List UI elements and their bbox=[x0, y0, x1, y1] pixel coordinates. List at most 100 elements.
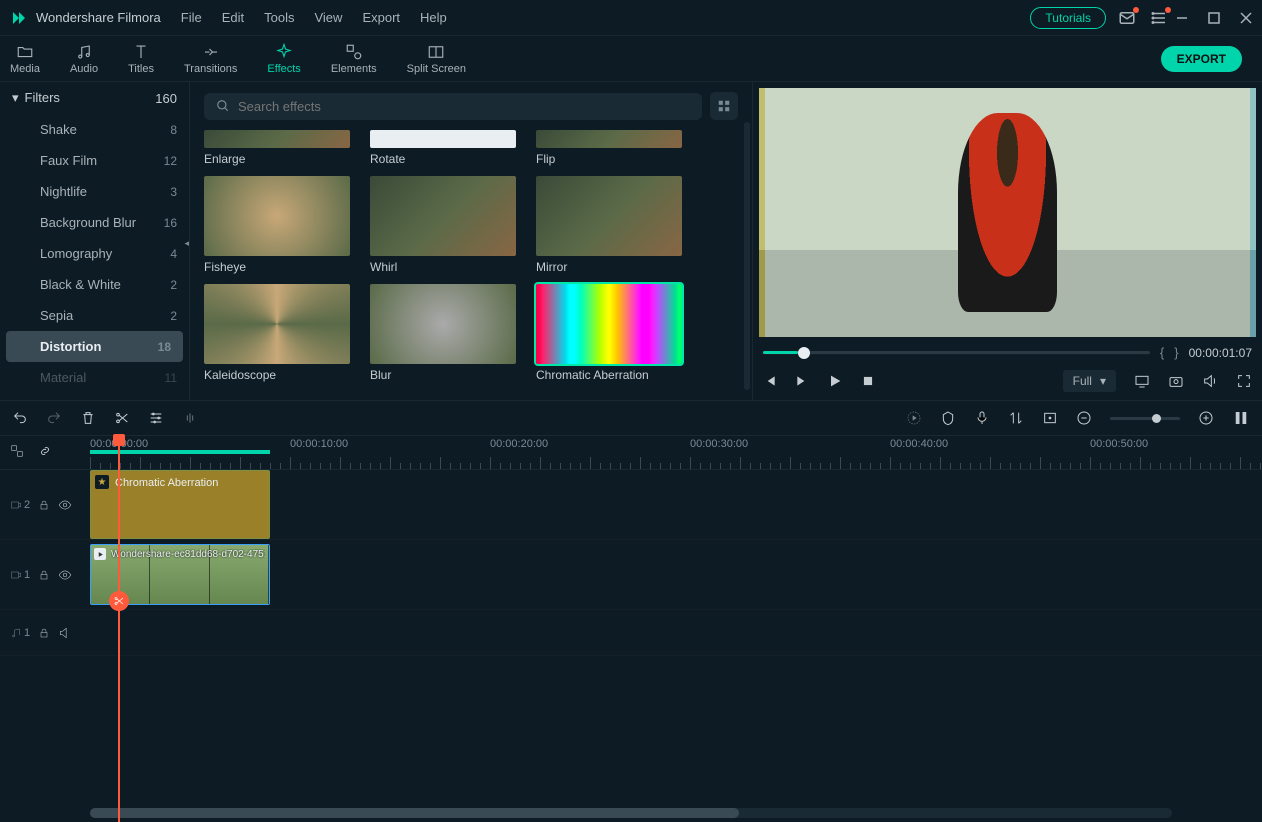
split-icon[interactable] bbox=[114, 410, 130, 426]
render-preview-icon[interactable] bbox=[906, 410, 922, 426]
tab-media[interactable]: Media bbox=[10, 43, 40, 75]
prev-frame-button[interactable] bbox=[763, 374, 777, 388]
effect-rotate[interactable]: Rotate bbox=[370, 130, 516, 166]
effect-fisheye[interactable]: Fisheye bbox=[204, 176, 350, 274]
effect-label: Rotate bbox=[370, 152, 516, 166]
link-tracks-icon[interactable] bbox=[38, 444, 52, 458]
message-icon[interactable] bbox=[1118, 9, 1136, 27]
menu-edit[interactable]: Edit bbox=[222, 10, 244, 25]
effect-flip[interactable]: Flip bbox=[536, 130, 682, 166]
zoom-in-icon[interactable] bbox=[1198, 410, 1214, 426]
undo-icon[interactable] bbox=[12, 410, 28, 426]
play-icon bbox=[94, 548, 106, 560]
marker-icon[interactable] bbox=[940, 410, 956, 426]
grid-view-toggle[interactable] bbox=[710, 92, 738, 120]
audio-mixer-icon[interactable] bbox=[1008, 410, 1024, 426]
category-sepia[interactable]: Sepia2 bbox=[0, 300, 189, 331]
window-minimize-button[interactable] bbox=[1176, 12, 1188, 24]
effect-blur[interactable]: Blur bbox=[370, 284, 516, 382]
effect-enlarge[interactable]: Enlarge bbox=[204, 130, 350, 166]
preview-quality-select[interactable]: Full▾ bbox=[1063, 370, 1116, 392]
snapshot-icon[interactable] bbox=[1168, 373, 1184, 389]
category-label: Black & White bbox=[40, 277, 121, 292]
edit-properties-icon[interactable] bbox=[148, 410, 164, 426]
search-input[interactable] bbox=[238, 99, 690, 114]
category-label: Distortion bbox=[40, 339, 101, 354]
timeline-options-icon[interactable] bbox=[10, 444, 24, 458]
timeline-h-scrollbar[interactable] bbox=[90, 808, 1172, 818]
search-box[interactable] bbox=[204, 93, 702, 120]
category-faux-film[interactable]: Faux Film12 bbox=[0, 145, 189, 176]
fullscreen-icon[interactable] bbox=[1236, 373, 1252, 389]
category-background-blur[interactable]: Background Blur16 bbox=[0, 207, 189, 238]
eye-icon[interactable] bbox=[58, 568, 72, 582]
crop-icon[interactable] bbox=[1042, 410, 1058, 426]
tab-transitions[interactable]: Transitions bbox=[184, 43, 237, 75]
effect-kaleidoscope[interactable]: Kaleidoscope bbox=[204, 284, 350, 382]
settings-list-icon[interactable] bbox=[1150, 9, 1168, 27]
next-frame-button[interactable] bbox=[795, 374, 809, 388]
category-nightlife[interactable]: Nightlife3 bbox=[0, 176, 189, 207]
track-header[interactable]: 1 bbox=[0, 610, 90, 655]
effects-panel: Enlarge Rotate Flip Fisheye Whirl Mirror… bbox=[190, 82, 752, 400]
category-black-white[interactable]: Black & White2 bbox=[0, 269, 189, 300]
tab-split-screen[interactable]: Split Screen bbox=[407, 43, 466, 75]
menu-view[interactable]: View bbox=[314, 10, 342, 25]
window-close-button[interactable] bbox=[1240, 12, 1252, 24]
scissors-icon[interactable] bbox=[109, 591, 129, 611]
playhead[interactable] bbox=[118, 436, 120, 822]
redo-icon[interactable] bbox=[46, 410, 62, 426]
bracket-out[interactable]: } bbox=[1174, 345, 1178, 360]
category-header-filters[interactable]: ▾Filters 160 bbox=[0, 82, 189, 114]
track-header[interactable]: 2 bbox=[0, 470, 90, 539]
category-shake[interactable]: Shake8 bbox=[0, 114, 189, 145]
effects-scrollbar[interactable] bbox=[744, 122, 750, 390]
category-count: 18 bbox=[158, 340, 171, 354]
timeline-toolbar bbox=[0, 400, 1262, 436]
timeline-ruler[interactable]: 00:00:00:0000:00:10:0000:00:20:0000:00:3… bbox=[0, 436, 1262, 470]
category-header-count: 160 bbox=[155, 91, 177, 106]
zoom-slider[interactable] bbox=[1110, 417, 1180, 420]
menu-file[interactable]: File bbox=[181, 10, 202, 25]
preview-screen[interactable] bbox=[759, 88, 1256, 337]
category-distortion[interactable]: Distortion 18 bbox=[6, 331, 183, 362]
tab-effects[interactable]: Effects bbox=[267, 43, 300, 75]
speaker-icon[interactable] bbox=[58, 626, 72, 640]
track-header[interactable]: 1 bbox=[0, 540, 90, 609]
effect-thumbnail bbox=[204, 130, 350, 148]
stop-button[interactable] bbox=[861, 374, 875, 388]
record-voiceover-icon[interactable] bbox=[974, 410, 990, 426]
tab-audio[interactable]: Audio bbox=[70, 43, 98, 75]
tab-titles[interactable]: Titles bbox=[128, 43, 154, 75]
preview-scrubber[interactable] bbox=[763, 351, 1150, 355]
menu-tools[interactable]: Tools bbox=[264, 10, 294, 25]
eye-icon[interactable] bbox=[58, 498, 72, 512]
display-settings-icon[interactable] bbox=[1134, 373, 1150, 389]
lock-icon[interactable] bbox=[38, 499, 50, 511]
effect-label: Flip bbox=[536, 152, 682, 166]
category-count: 8 bbox=[170, 123, 177, 137]
delete-icon[interactable] bbox=[80, 410, 96, 426]
tab-label: Elements bbox=[331, 63, 377, 75]
lock-icon[interactable] bbox=[38, 569, 50, 581]
zoom-fit-icon[interactable] bbox=[1232, 409, 1250, 427]
export-button[interactable]: EXPORT bbox=[1161, 46, 1242, 72]
effect-chromatic-aberration[interactable]: Chromatic Aberration bbox=[536, 284, 682, 382]
lock-icon[interactable] bbox=[38, 627, 50, 639]
tab-elements[interactable]: Elements bbox=[331, 43, 377, 75]
volume-icon[interactable] bbox=[1202, 373, 1218, 389]
category-material[interactable]: Material11 bbox=[0, 362, 189, 393]
effect-clip[interactable]: ★ Chromatic Aberration bbox=[90, 470, 270, 539]
effect-mirror[interactable]: Mirror bbox=[536, 176, 682, 274]
tutorials-button[interactable]: Tutorials bbox=[1030, 7, 1106, 29]
menu-export[interactable]: Export bbox=[362, 10, 400, 25]
category-lomography[interactable]: Lomography4 bbox=[0, 238, 189, 269]
effect-whirl[interactable]: Whirl bbox=[370, 176, 516, 274]
menu-help[interactable]: Help bbox=[420, 10, 447, 25]
bracket-in[interactable]: { bbox=[1160, 345, 1164, 360]
audio-adjust-icon[interactable] bbox=[182, 410, 198, 426]
category-label: Background Blur bbox=[40, 215, 136, 230]
zoom-out-icon[interactable] bbox=[1076, 410, 1092, 426]
window-maximize-button[interactable] bbox=[1208, 12, 1220, 24]
play-button[interactable] bbox=[827, 373, 843, 389]
